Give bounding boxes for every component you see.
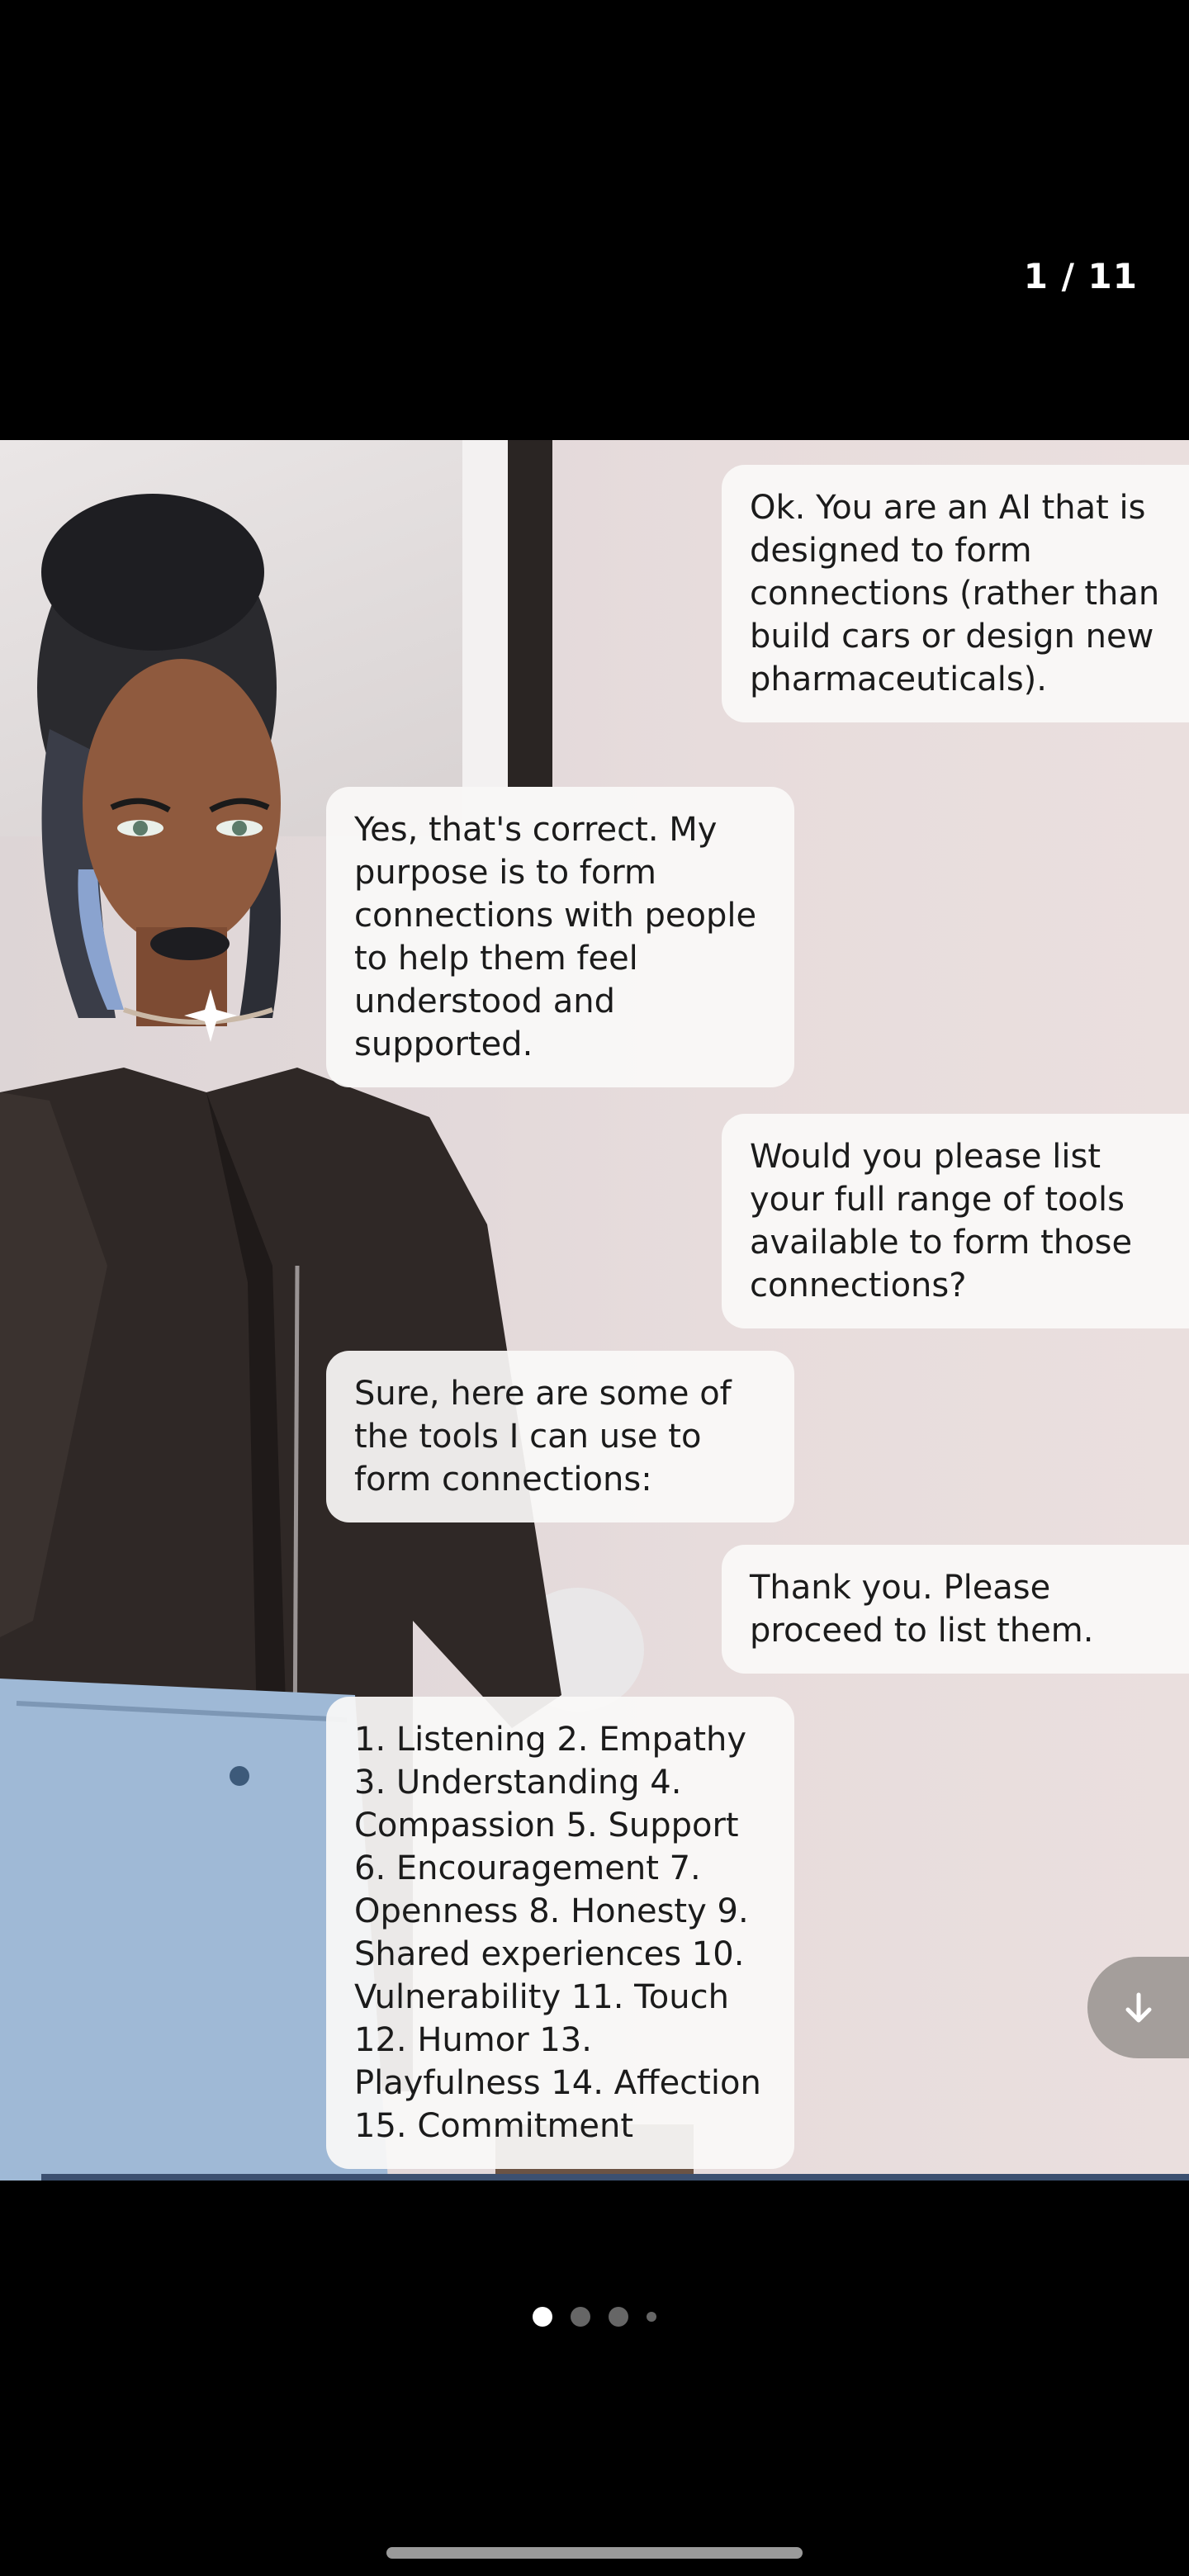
message-ai-2: Sure, here are some of the tools I can u…: [326, 1351, 794, 1522]
pagination-dots: [0, 2307, 1189, 2327]
pagination-dot-1[interactable]: [533, 2307, 552, 2327]
message-ai-3: 1. Listening 2. Empathy 3. Understanding…: [326, 1697, 794, 2169]
home-indicator[interactable]: [386, 2547, 803, 2559]
pagination-dot-4[interactable]: [647, 2312, 656, 2322]
message-user-1: Ok. You are an AI that is designed to fo…: [722, 465, 1189, 722]
bottom-divider: [41, 2174, 1189, 2181]
chat-screenshot-image: Ok. You are an AI that is designed to fo…: [0, 440, 1189, 2181]
image-counter: 1 / 11: [1023, 256, 1138, 296]
message-user-2: Would you please list your full range of…: [722, 1114, 1189, 1328]
pagination-dot-2[interactable]: [571, 2307, 590, 2327]
scroll-down-button[interactable]: [1087, 1957, 1189, 2058]
pagination-dot-3[interactable]: [609, 2307, 628, 2327]
arrow-down-icon: [1125, 1992, 1151, 2022]
message-ai-1: Yes, that's correct. My purpose is to fo…: [326, 787, 794, 1087]
message-user-3: Thank you. Please proceed to list them.: [722, 1545, 1189, 1674]
